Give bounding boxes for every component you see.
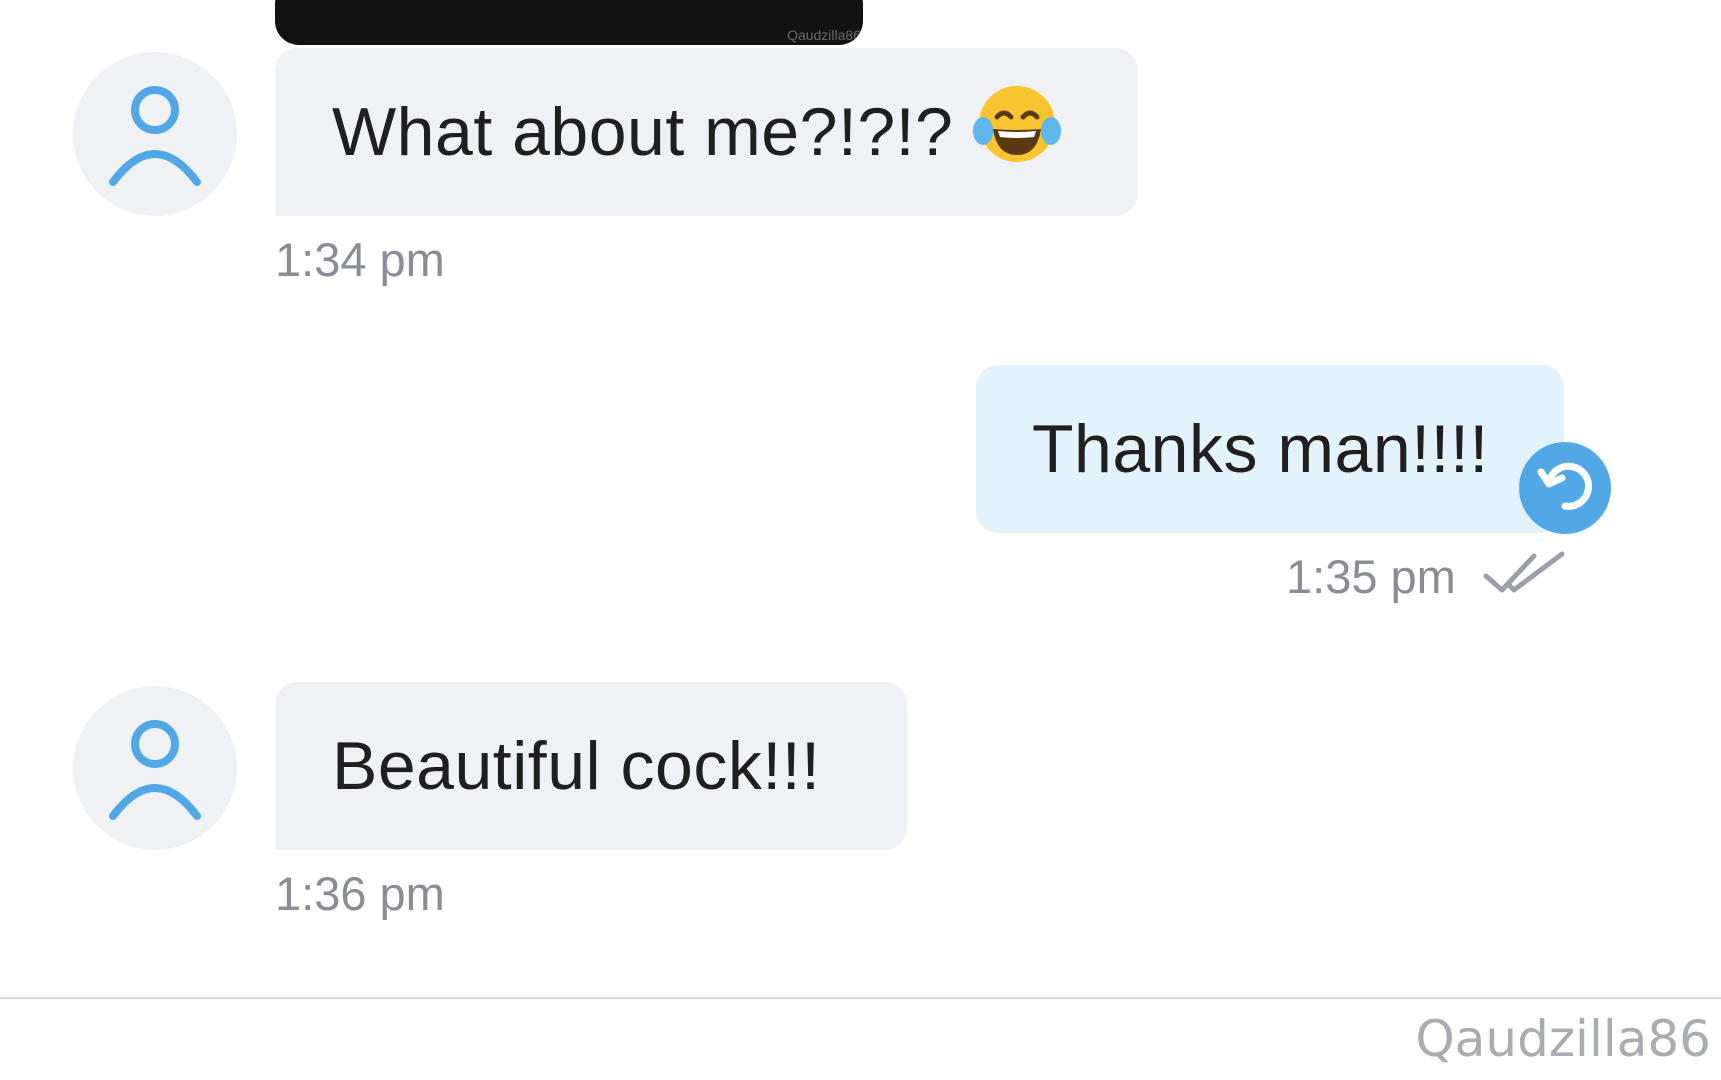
watermark-text: Qaudzilla86 <box>1415 1010 1711 1068</box>
message-text: What about me?!?!? <box>332 94 954 170</box>
chat-thread: Qaudzilla86 What about me?!?!? 1:34 pm T… <box>0 0 1721 1000</box>
message-timestamp: 1:36 pm <box>275 867 445 920</box>
reply-button[interactable] <box>1519 442 1611 534</box>
sender-avatar[interactable] <box>73 52 237 216</box>
tears-of-joy-emoji-icon <box>971 81 1063 183</box>
media-watermark: Qaudzilla86 <box>787 27 861 43</box>
message-text: Beautiful cock!!! <box>332 728 821 804</box>
user-icon <box>109 86 201 186</box>
user-icon <box>109 720 201 820</box>
message-timestamp: 1:35 pm <box>1286 550 1456 603</box>
composer-divider <box>0 997 1721 999</box>
message-bubble-incoming[interactable]: What about me?!?!? <box>275 48 1138 216</box>
sender-avatar[interactable] <box>73 686 237 850</box>
double-check-icon <box>1483 551 1565 593</box>
message-text: Thanks man!!!! <box>1032 411 1489 487</box>
message-bubble-outgoing[interactable]: Thanks man!!!! <box>976 365 1564 533</box>
reply-icon <box>1537 462 1593 510</box>
message-bubble-incoming[interactable]: Beautiful cock!!! <box>275 682 907 850</box>
media-message-preview[interactable]: Qaudzilla86 <box>275 0 863 45</box>
message-timestamp: 1:34 pm <box>275 233 445 286</box>
